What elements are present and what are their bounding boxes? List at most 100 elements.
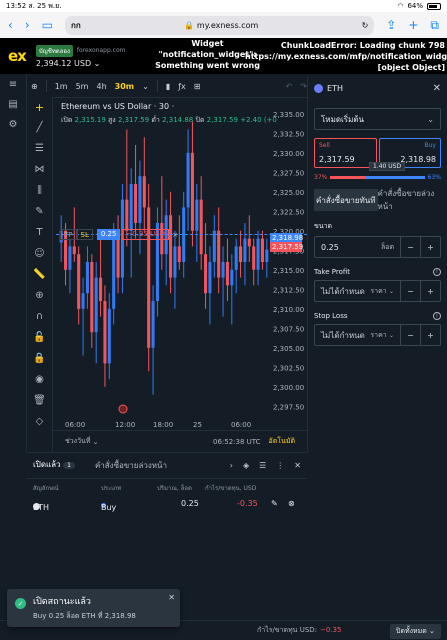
tab-open-positions[interactable]: เปิดแล้ว 1 — [33, 458, 75, 473]
take-profit-input[interactable]: ไม่ได้กำหนด — [315, 285, 370, 298]
settings-icon[interactable]: ⚙ — [0, 114, 27, 134]
emoji-icon[interactable]: ☺ — [34, 248, 44, 266]
candle-body — [256, 238, 260, 270]
tab-market-order[interactable]: คำสั่งซื้อขายทันที — [314, 189, 378, 211]
timeframe-4h[interactable]: 4h — [96, 82, 106, 91]
low-label: ต่ำ — [151, 116, 160, 124]
timeframe-30m[interactable]: 30m — [115, 82, 134, 91]
tab-pending-orders[interactable]: คำสั่งซื้อขายล่วงหน้า — [95, 459, 167, 472]
candle-body — [234, 246, 238, 270]
fib-icon[interactable]: ⫼ — [37, 185, 42, 203]
table-row[interactable]: ETH Buy 0.25 -0.35 ✎ ⊗ — [27, 495, 307, 513]
info-icon[interactable]: i — [433, 312, 441, 320]
undo-icon[interactable]: ↶ — [286, 82, 293, 91]
col-pnl: กำไร/ขาดทุน, USD — [205, 485, 257, 492]
layout-icon[interactable]: ⊞ — [194, 82, 201, 91]
indicators-icon[interactable]: ƒx — [178, 82, 186, 91]
volume-decrement-button[interactable]: − — [400, 237, 420, 257]
share-icon[interactable]: ⇪ — [386, 18, 396, 32]
address-bar[interactable]: กก 🔒 my.exness.com ↻ — [64, 15, 375, 35]
more-icon[interactable]: ⋮ — [276, 461, 284, 470]
close-position-icon[interactable]: ⊗ — [288, 499, 295, 508]
edit-icon[interactable]: ✎ — [271, 499, 278, 508]
view-toggle-icon[interactable]: ◈ — [243, 461, 249, 470]
exness-logo[interactable]: ex — [8, 47, 27, 65]
stop-loss-increment-button[interactable]: + — [420, 325, 440, 345]
stop-loss-decrement-button[interactable]: − — [400, 325, 420, 345]
chevron-down-icon[interactable]: ⌄ — [142, 82, 149, 91]
forward-icon[interactable]: › — [25, 18, 30, 32]
magnet-icon[interactable]: ∩ — [36, 311, 43, 329]
redo-icon[interactable]: ↷ — [300, 82, 307, 91]
timeframe-1m[interactable]: 1m — [55, 82, 68, 91]
y-tick-label: 2,310.00 — [273, 306, 304, 314]
candle-type-icon[interactable]: ▮ — [166, 82, 170, 91]
tp-button[interactable]: TP — [60, 229, 77, 240]
account-switcher[interactable]: บัญชีทดลอง forexonapp.com 2,394.12 USD ⌄ — [35, 44, 125, 68]
close-icon[interactable]: ✕ — [433, 83, 441, 94]
auto-scale-button[interactable]: อัตโนมัติ — [269, 436, 295, 447]
chevron-down-icon: ⌄ — [388, 287, 394, 295]
trash-icon[interactable]: 🗑 — [33, 395, 46, 413]
calendar-icon[interactable]: ▤ — [0, 94, 27, 114]
ruler-icon[interactable]: 📏 — [33, 269, 45, 287]
diamond-icon[interactable]: ◇ — [36, 416, 44, 434]
y-tick-label: 2,330.00 — [273, 150, 304, 158]
sell-label: Sell — [319, 142, 330, 149]
positions-table-header: สัญลักษณ์ ประเภท ปริมาณ, ล็อต กำไร/ขาดทุ… — [27, 481, 307, 493]
chevron-down-icon[interactable]: ⌄ — [90, 438, 99, 446]
take-profit-increment-button[interactable]: + — [420, 281, 440, 301]
pattern-icon[interactable]: ⋈ — [35, 164, 45, 182]
date-range-button[interactable]: ช่วงวันที่ — [65, 436, 90, 447]
stop-loss-unit-text: ราคา — [370, 330, 387, 339]
back-icon[interactable]: ‹ — [8, 18, 13, 32]
candle-body — [199, 199, 203, 255]
row-volume: 0.25 — [181, 499, 199, 508]
battery-icon — [427, 2, 441, 10]
event-marker[interactable] — [118, 404, 128, 414]
text-icon[interactable]: T — [36, 227, 42, 245]
zoom-in-icon[interactable]: ⊕ — [35, 290, 43, 308]
order-mode-select[interactable]: โหมดเริ่มต้น ⌄ — [314, 108, 441, 130]
crosshair-icon[interactable]: + — [35, 101, 44, 119]
timeframe-5m[interactable]: 5m — [76, 82, 89, 91]
menu-icon[interactable]: ≡ — [0, 74, 27, 94]
candle-body — [151, 301, 155, 348]
sl-button[interactable]: SL — [76, 229, 93, 240]
info-icon[interactable]: i — [433, 268, 441, 276]
list-view-icon[interactable]: ☰ — [259, 461, 266, 470]
chevron-right-icon[interactable]: › — [230, 461, 233, 470]
brush-icon[interactable]: ✎ — [35, 206, 43, 224]
position-tag[interactable]: TP SL 0.25 −0.35 USD × — [60, 229, 178, 240]
volume-input[interactable]: 0.25 — [315, 243, 381, 252]
candle-body — [190, 152, 194, 231]
close-icon[interactable]: ✕ — [294, 461, 301, 470]
tabs-icon[interactable]: ⧉ — [430, 18, 439, 33]
stop-loss-input[interactable]: ไม่ได้กำหนด — [315, 329, 370, 342]
book-icon[interactable]: ▭ — [42, 18, 53, 32]
candle-body — [125, 199, 129, 231]
add-indicator-icon[interactable]: ⊕ — [31, 82, 38, 91]
close-all-button[interactable]: ปิดทั้งหมด ⌄ — [390, 624, 441, 639]
position-volume: 0.25 — [96, 229, 121, 240]
reload-icon[interactable]: ↻ — [362, 21, 369, 30]
y-tick-label: 2,297.50 — [273, 403, 304, 411]
sell-button[interactable]: Sell 2,317.59 — [314, 138, 377, 168]
trend-line-icon[interactable]: ╱ — [36, 122, 42, 140]
stop-loss-unit[interactable]: ราคา ⌄ — [370, 330, 400, 341]
volume-increment-button[interactable]: + — [420, 237, 440, 257]
lock-drawing-icon[interactable]: 🔓 — [33, 332, 45, 350]
horizontal-lines-icon[interactable]: ☰ — [35, 143, 44, 161]
take-profit-decrement-button[interactable]: − — [400, 281, 420, 301]
close-position-icon[interactable]: × — [172, 231, 178, 239]
price-chart[interactable]: 2,335.00 2,332.50 2,330.00 2,327.50 2,325.00… — [53, 97, 307, 430]
candlestick-chart[interactable]: 2,335.00 2,332.50 2,330.00 2,327.50 2,325.00… — [53, 98, 307, 431]
eye-icon[interactable]: ◉ — [35, 374, 44, 392]
take-profit-unit[interactable]: ราคา ⌄ — [370, 286, 400, 297]
lock-all-icon[interactable]: 🔒 — [33, 353, 45, 371]
tab-pending-order[interactable]: คำสั่งซื้อขายล่วงหน้า — [378, 189, 442, 211]
bid-price-tag: 2,317.59 — [270, 242, 304, 252]
new-tab-icon[interactable]: + — [408, 18, 418, 32]
reader-text-size[interactable]: กก — [71, 19, 81, 32]
close-icon[interactable]: ✕ — [168, 593, 175, 602]
